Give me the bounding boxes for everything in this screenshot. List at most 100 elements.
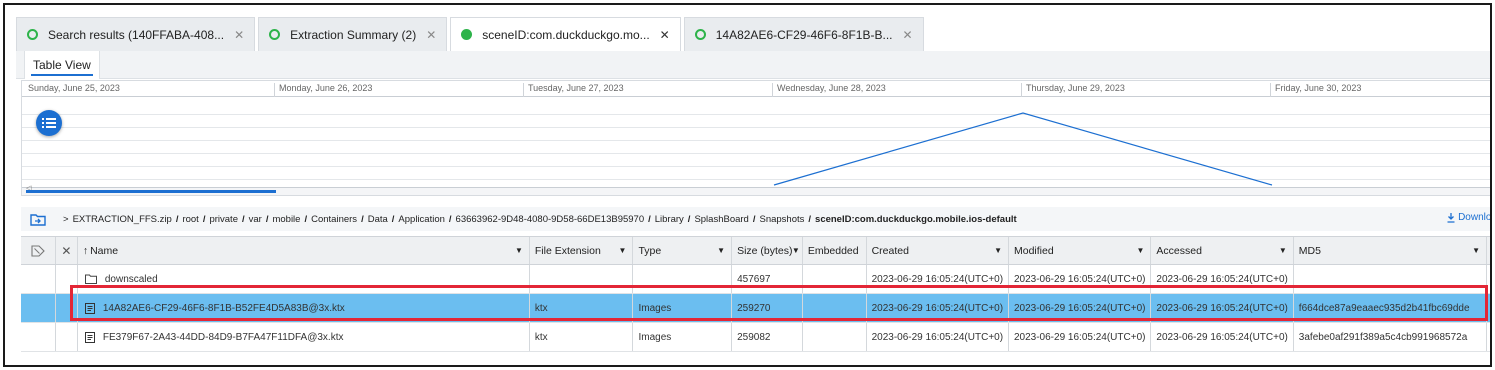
breadcrumb-segment[interactable]: Snapshots [759, 214, 804, 225]
tab-label: Extraction Summary (2) [290, 27, 417, 42]
embedded-cell [803, 265, 867, 293]
download-label: Downloa [1458, 212, 1492, 223]
list-icon [42, 118, 56, 128]
column-header-embedded[interactable]: Embedded [803, 237, 867, 264]
close-icon[interactable]: ✕ [234, 28, 244, 42]
modified-cell: 2023-06-29 16:05:24(UTC+0) [1009, 265, 1152, 293]
breadcrumb-separator: / [752, 213, 756, 225]
breadcrumb-segment[interactable]: SplashBoard [694, 214, 748, 225]
column-header-size[interactable]: Size (bytes) ▼ [732, 237, 803, 264]
file-name: FE379F67-2A43-44DD-84D9-B7FA47F11DFA@3x.… [102, 331, 344, 343]
breadcrumb-segment[interactable]: Library [655, 214, 684, 225]
dropdown-arrow-icon[interactable]: ▼ [717, 246, 725, 255]
dropdown-arrow-icon[interactable]: ▼ [1136, 246, 1144, 255]
tag-cell[interactable] [21, 294, 56, 322]
tab-extraction-summary[interactable]: Extraction Summary (2) ✕ [258, 17, 448, 51]
name-cell[interactable]: FE379F67-2A43-44DD-84D9-B7FA47F11DFA@3x.… [78, 323, 530, 351]
accessed-cell: 2023-06-29 16:05:24(UTC+0) [1151, 323, 1294, 351]
dropdown-arrow-icon[interactable]: ▼ [619, 246, 627, 255]
tab-search-results[interactable]: Search results (140FFABA-408... ✕ [16, 17, 256, 51]
check-cell[interactable] [56, 323, 78, 351]
tag-column-header[interactable] [21, 237, 56, 264]
breadcrumb-separator: / [175, 213, 179, 225]
folder-icon [84, 274, 97, 284]
sort-ascending-icon[interactable]: ↑ [83, 245, 88, 257]
dropdown-arrow-icon[interactable]: ▼ [792, 246, 800, 255]
breadcrumb-segment[interactable]: EXTRACTION_FFS.zip [73, 214, 172, 225]
embedded-cell [803, 323, 867, 351]
close-icon[interactable]: ✕ [902, 28, 912, 42]
breadcrumb-separator: / [448, 213, 452, 225]
view-switcher: Table View [16, 51, 1490, 79]
dropdown-arrow-icon[interactable]: ▼ [1279, 246, 1287, 255]
column-header-name[interactable]: ↑ Name ▼ [78, 237, 530, 264]
breadcrumb-separator: / [241, 213, 245, 225]
breadcrumb-segment[interactable]: Containers [311, 214, 357, 225]
extension-cell [530, 265, 634, 293]
breadcrumb-segment[interactable]: mobile [272, 214, 300, 225]
breadcrumb-segment[interactable]: Data [368, 214, 388, 225]
breadcrumb-segment[interactable]: 63663962-9D48-4080-9D58-66DE13B95970 [456, 214, 645, 225]
column-header-file-extension[interactable]: File Extension ▼ [530, 237, 634, 264]
dropdown-arrow-icon[interactable]: ▼ [515, 246, 523, 255]
clear-filter-button[interactable]: ✕ [56, 237, 78, 264]
column-header-accessed[interactable]: Accessed ▼ [1151, 237, 1294, 264]
check-cell[interactable] [56, 265, 78, 293]
download-button[interactable]: Downloa [1447, 212, 1492, 223]
modified-cell: 2023-06-29 16:05:24(UTC+0) [1009, 294, 1152, 322]
size-cell: 259082 [732, 323, 803, 351]
folder-arrow-icon [30, 213, 46, 226]
breadcrumb: > EXTRACTION_FFS.zip / root / private / var / mo… [63, 214, 1017, 225]
check-cell[interactable] [56, 294, 78, 322]
breadcrumb-segment[interactable]: var [249, 214, 262, 225]
status-ring-icon [269, 29, 281, 40]
app-window: Search results (140FFABA-408... ✕ Extrac… [3, 3, 1492, 367]
folder-navigate-button[interactable] [27, 210, 49, 228]
tab-label: sceneID:com.duckduckgo.mo... [482, 27, 650, 42]
column-header-overflow [1487, 237, 1490, 264]
overflow-cell [1487, 323, 1490, 351]
column-header-created[interactable]: Created ▼ [867, 237, 1009, 264]
close-icon[interactable]: ✕ [61, 244, 71, 258]
column-header-type[interactable]: Type ▼ [633, 237, 733, 264]
table-header: ✕ ↑ Name ▼ File Extension ▼ Type ▼ Size … [21, 237, 1490, 265]
dropdown-arrow-icon[interactable]: ▼ [1472, 246, 1480, 255]
breadcrumb-chevron[interactable]: > [63, 214, 69, 225]
table-row[interactable]: downscaled 457697 2023-06-29 16:05:24(UT… [21, 265, 1490, 294]
tab-scene-id[interactable]: sceneID:com.duckduckgo.mo... ✕ [450, 17, 681, 51]
file-icon [84, 331, 95, 343]
created-cell: 2023-06-29 16:05:24(UTC+0) [867, 265, 1009, 293]
timeline-scrollbar[interactable]: ◁ [22, 185, 1490, 195]
type-cell: Images [633, 323, 733, 351]
dropdown-arrow-icon[interactable]: ▼ [994, 246, 1002, 255]
column-header-modified[interactable]: Modified ▼ [1009, 237, 1152, 264]
table-row[interactable]: FE379F67-2A43-44DD-84D9-B7FA47F11DFA@3x.… [21, 323, 1490, 352]
column-header-md5[interactable]: MD5 ▼ [1294, 237, 1487, 264]
tab-file-14a82ae6[interactable]: 14A82AE6-CF29-46F6-8F1B-B... ✕ [683, 17, 924, 51]
column-label: Modified [1013, 244, 1054, 257]
timeline-list-toggle-button[interactable] [36, 110, 62, 136]
column-label: Name [90, 244, 119, 257]
tab-label: 14A82AE6-CF29-46F6-8F1B-B... [715, 27, 893, 42]
column-label: MD5 [1298, 244, 1321, 257]
column-label: Created [871, 244, 909, 257]
tag-cell[interactable] [21, 265, 56, 293]
timeline-chart[interactable]: Sunday, June 25, 2023 Monday, June 26, 2… [21, 80, 1490, 196]
breadcrumb-segment[interactable]: root [182, 214, 198, 225]
close-icon[interactable]: ✕ [426, 28, 436, 42]
table-row-selected[interactable]: 14A82AE6-CF29-46F6-8F1B-B52FE4D5A83B@3x.… [21, 294, 1490, 323]
close-icon[interactable]: ✕ [660, 28, 670, 42]
breadcrumb-segment[interactable]: private [209, 214, 238, 225]
name-cell[interactable]: 14A82AE6-CF29-46F6-8F1B-B52FE4D5A83B@3x.… [78, 294, 530, 322]
breadcrumb-separator: / [202, 213, 206, 225]
tag-cell[interactable] [21, 323, 56, 351]
created-cell: 2023-06-29 16:05:24(UTC+0) [867, 323, 1009, 351]
tab-label: Search results (140FFABA-408... [48, 27, 225, 42]
name-cell[interactable]: downscaled [78, 265, 530, 293]
status-ring-icon [27, 29, 38, 40]
table-view-tab[interactable]: Table View [24, 51, 100, 79]
breadcrumb-segment[interactable]: Application [398, 214, 444, 225]
timeline-scroll-thumb[interactable] [26, 190, 276, 193]
activity-series-line [773, 112, 1273, 186]
extension-cell: ktx [530, 294, 634, 322]
